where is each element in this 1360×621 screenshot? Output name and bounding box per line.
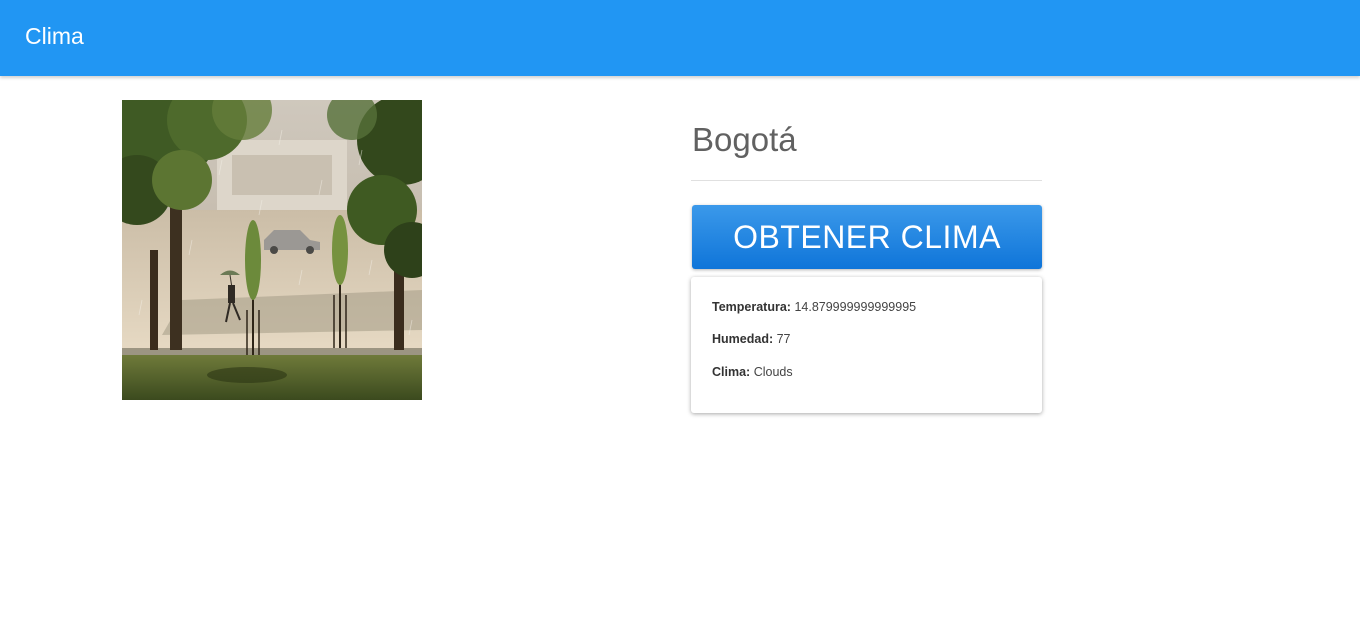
temperature-row: Temperatura: 14.879999999999995 — [712, 299, 916, 315]
weather-photo — [122, 100, 422, 400]
humidity-value: 77 — [776, 332, 791, 346]
city-name: Bogotá — [692, 121, 797, 158]
get-weather-button[interactable]: OBTENER CLIMA — [692, 205, 1042, 269]
temperature-value: 14.879999999999995 — [794, 300, 917, 314]
weather-card: Temperatura: 14.879999999999995 Humedad:… — [691, 277, 1042, 413]
app-title[interactable]: Clima — [25, 22, 84, 50]
divider — [691, 180, 1042, 181]
condition-value: Clouds — [753, 365, 793, 379]
condition-row: Clima: Clouds — [712, 364, 793, 380]
condition-label: Clima: — [712, 365, 751, 379]
temperature-label: Temperatura: — [712, 300, 791, 314]
humidity-label: Humedad: — [712, 332, 774, 346]
top-navbar: Clima — [0, 0, 1360, 76]
humidity-row: Humedad: 77 — [712, 331, 791, 347]
